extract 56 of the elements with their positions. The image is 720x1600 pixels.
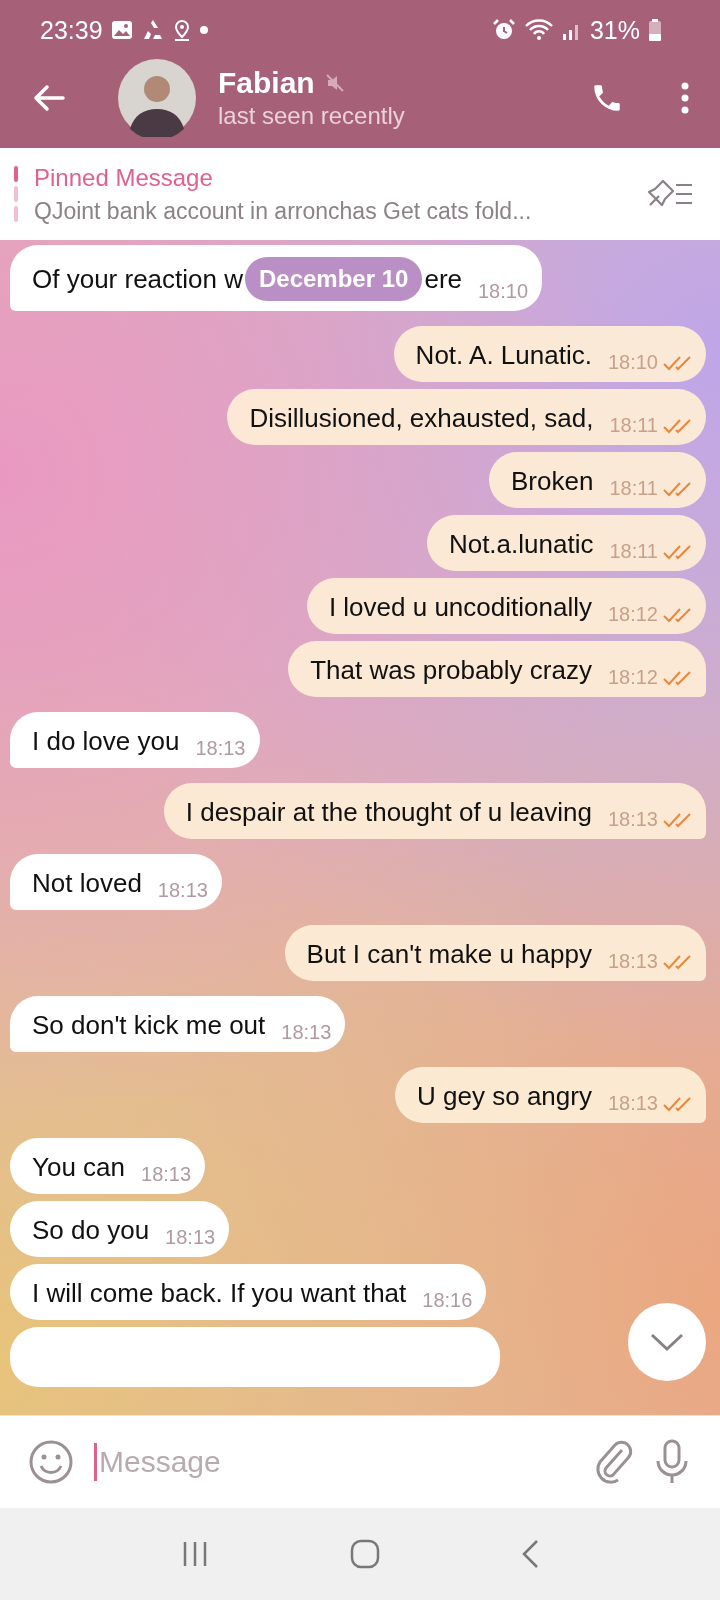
message-text: U gey so angry	[417, 1080, 592, 1113]
message-time: 18:12	[607, 666, 658, 689]
clock-time: 23:39	[40, 15, 103, 45]
back-arrow-icon	[32, 84, 66, 112]
message-text: But I can't make u happy	[306, 938, 592, 971]
last-seen-status: last seen recently	[218, 102, 406, 130]
pinned-text: QJoint bank account in arronchas Get cats fold...	[34, 197, 533, 225]
wifi-icon	[523, 18, 554, 42]
message-time: 18:11	[609, 477, 658, 500]
message-time: 18:13	[165, 1226, 216, 1249]
message-time: 18:13	[607, 1092, 658, 1115]
pinned-title: Pinned Message	[34, 163, 214, 192]
message-time: 18:10	[478, 280, 529, 303]
more-icon	[680, 82, 690, 114]
message-text: Broken	[511, 465, 594, 498]
message-time: 18:11	[609, 414, 658, 437]
message-time: 18:12	[607, 603, 658, 626]
back-icon[interactable]	[520, 1538, 540, 1570]
message-time: 18:13	[157, 879, 208, 902]
avatar[interactable]	[118, 59, 196, 137]
message-text: That was probably crazy	[310, 654, 592, 687]
pin-indicator-icon	[14, 166, 18, 222]
message-text: Not loved	[32, 867, 142, 900]
dot-icon	[198, 25, 209, 35]
message-text: I will come back. If you want that	[32, 1277, 407, 1310]
home-icon[interactable]	[350, 1539, 380, 1569]
message-text: You can	[32, 1151, 126, 1184]
message-text: Not.a.lunatic	[448, 528, 594, 561]
message-time: 18:11	[609, 540, 658, 563]
contact-name[interactable]: Fabian	[218, 66, 315, 100]
date-badge: December 10	[245, 257, 423, 301]
image-icon	[110, 20, 133, 40]
message-text: I do love you	[32, 725, 180, 758]
message-time: 18:13	[281, 1021, 332, 1044]
message-text: Not. A. Lunatic.	[415, 339, 592, 372]
emoji-icon[interactable]	[28, 1439, 74, 1485]
battery-icon	[648, 18, 662, 42]
message-time: 18:13	[607, 808, 658, 831]
message-text: Disillusioned, exhausted, sad,	[249, 402, 594, 435]
message-time: 18:13	[195, 737, 246, 760]
battery-percent: 31%	[589, 15, 640, 45]
microphone-icon[interactable]	[654, 1439, 690, 1485]
message-time: 18:13	[141, 1163, 192, 1186]
attach-icon[interactable]	[594, 1439, 634, 1485]
location-icon	[172, 19, 191, 41]
message-time: 18:16	[422, 1289, 473, 1312]
message-text: So don't kick me out	[32, 1009, 266, 1042]
chevron-down-icon	[650, 1332, 684, 1352]
message-text: ere	[424, 263, 462, 296]
message-time: 18:10	[607, 351, 658, 374]
message-text: I despair at the thought of u leaving	[185, 796, 592, 829]
message-text: So do you	[32, 1214, 150, 1247]
message-time: 18:13	[607, 950, 658, 973]
message-text: Of your reaction w	[32, 263, 243, 296]
message-text: I loved u uncoditionally	[328, 591, 592, 624]
alarm-icon	[491, 18, 516, 42]
